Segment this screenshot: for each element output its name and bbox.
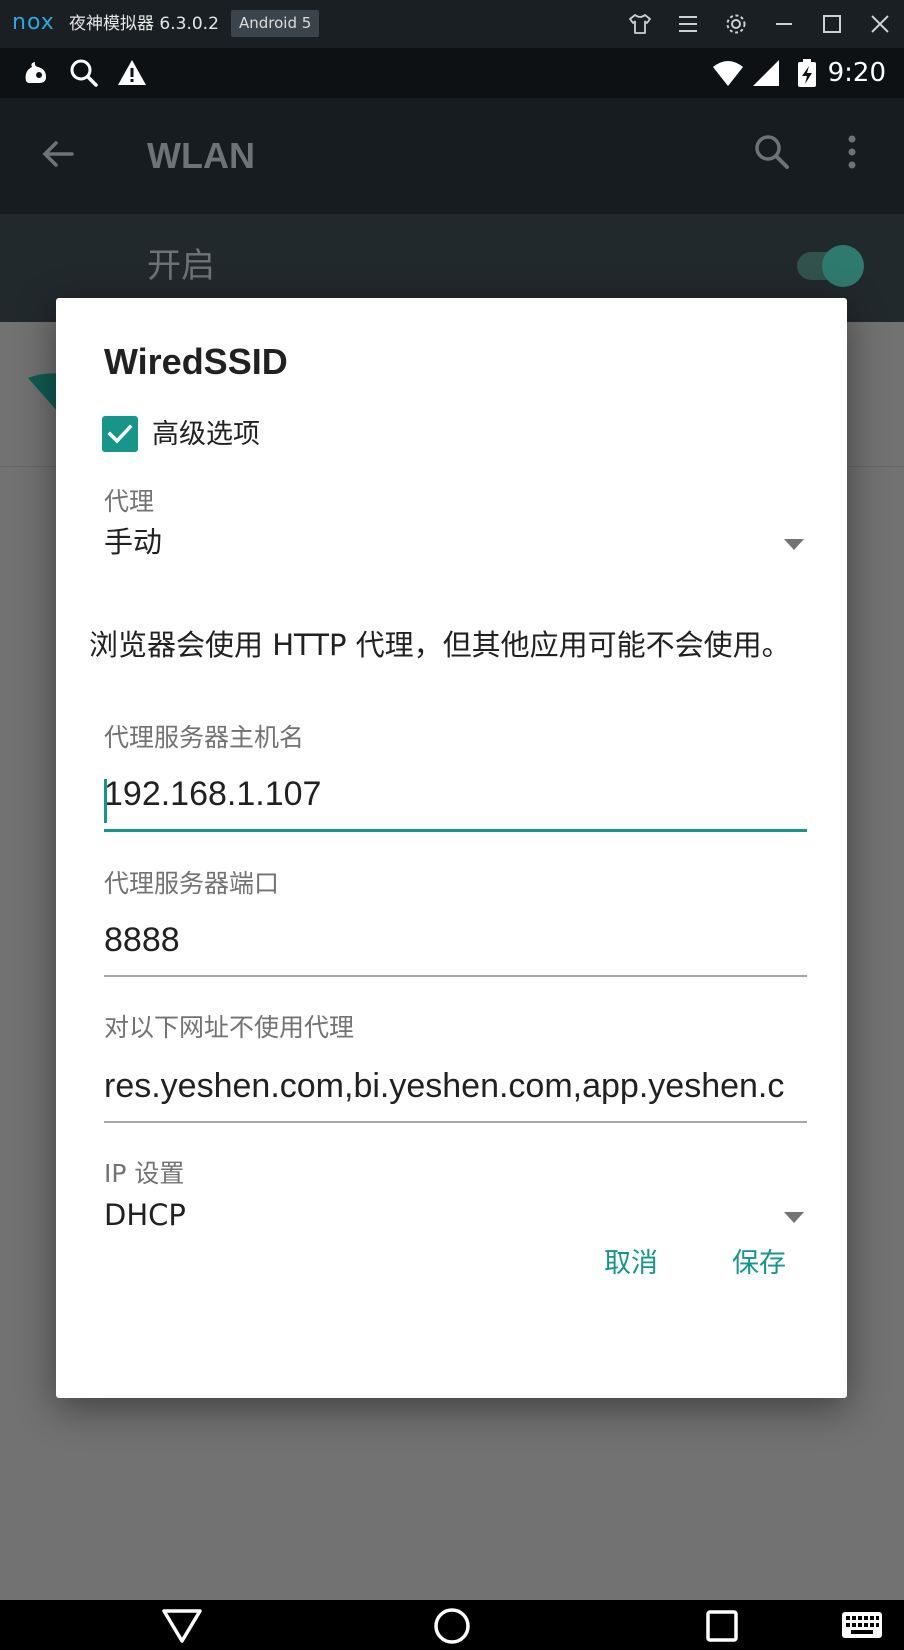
wifi-icon [712, 57, 744, 89]
advanced-options-checkbox[interactable] [102, 416, 138, 452]
proxy-port-input[interactable]: 8888 [104, 914, 807, 968]
proxy-hostname-input[interactable]: 192.168.1.107 [104, 768, 807, 822]
dropdown-arrow-icon[interactable] [784, 1212, 804, 1223]
android-version-badge: Android 5 [231, 10, 320, 37]
wlan-toggle[interactable] [822, 245, 864, 287]
search-icon[interactable] [752, 132, 792, 172]
checkmark-icon [107, 424, 133, 444]
back-triangle-icon[interactable] [160, 1603, 204, 1647]
proxy-port-label: 代理服务器端口 [104, 869, 280, 898]
page-title: WLAN [147, 135, 255, 176]
minimize-icon[interactable] [770, 10, 798, 38]
android-status-bar: 9:20 [0, 48, 904, 98]
hostname-underline [104, 829, 807, 832]
ip-settings-label: IP 设置 [104, 1159, 185, 1188]
recents-square-icon[interactable] [700, 1603, 744, 1647]
proxy-port-value: 8888 [104, 921, 180, 959]
android-nav-bar [0, 1600, 904, 1650]
battery-charging-icon [791, 57, 823, 89]
emulator-title-bar: nox 夜神模拟器 6.3.0.2 Android 5 [0, 0, 904, 48]
bypass-label: 对以下网址不使用代理 [104, 1013, 355, 1042]
status-time: 9:20 [827, 58, 886, 88]
save-button[interactable]: 保存 [732, 1246, 786, 1282]
wifi-config-dialog: WiredSSID 高级选项 代理 手动 浏览器会使用 HTTP 代理，但其他应… [56, 298, 847, 1398]
warning-icon [116, 57, 148, 89]
dropdown-arrow-icon[interactable] [784, 539, 804, 550]
proxy-spinner[interactable]: 手动 [104, 524, 162, 560]
ip-settings-spinner[interactable]: DHCP [104, 1197, 186, 1233]
signal-icon [750, 57, 782, 89]
bypass-value: res.yeshen.com,bi.yeshen.com,app.yeshen.… [104, 1067, 785, 1105]
proxy-hostname-label: 代理服务器主机名 [104, 723, 305, 752]
dialog-title: WiredSSID [104, 341, 288, 382]
home-circle-icon[interactable] [430, 1603, 474, 1647]
bypass-underline [104, 1121, 807, 1123]
proxy-label: 代理 [104, 487, 155, 516]
emulator-title: 夜神模拟器 6.3.0.2 [69, 14, 219, 34]
menu-icon[interactable] [674, 10, 702, 38]
advanced-options-label[interactable]: 高级选项 [152, 418, 260, 452]
switch-label: 开启 [147, 246, 215, 286]
overflow-menu-icon[interactable] [840, 132, 864, 172]
close-icon[interactable] [866, 10, 894, 38]
port-underline [104, 975, 807, 977]
nox-logo: nox [12, 10, 55, 35]
text-cursor [104, 779, 107, 823]
gear-icon[interactable] [722, 10, 750, 38]
bypass-input[interactable]: res.yeshen.com,bi.yeshen.com,app.yeshen.… [104, 1060, 807, 1114]
proxy-hostname-value: 192.168.1.107 [104, 775, 322, 813]
search-icon [68, 57, 100, 89]
uc-browser-icon [20, 57, 52, 89]
wlan-app-bar: WLAN [0, 98, 904, 214]
cancel-button[interactable]: 取消 [604, 1246, 658, 1282]
maximize-icon[interactable] [818, 10, 846, 38]
proxy-note: 浏览器会使用 HTTP 代理，但其他应用可能不会使用。 [89, 628, 791, 662]
shirt-icon[interactable] [626, 10, 654, 38]
keyboard-icon[interactable] [840, 1603, 884, 1647]
back-arrow-icon[interactable] [38, 134, 78, 174]
